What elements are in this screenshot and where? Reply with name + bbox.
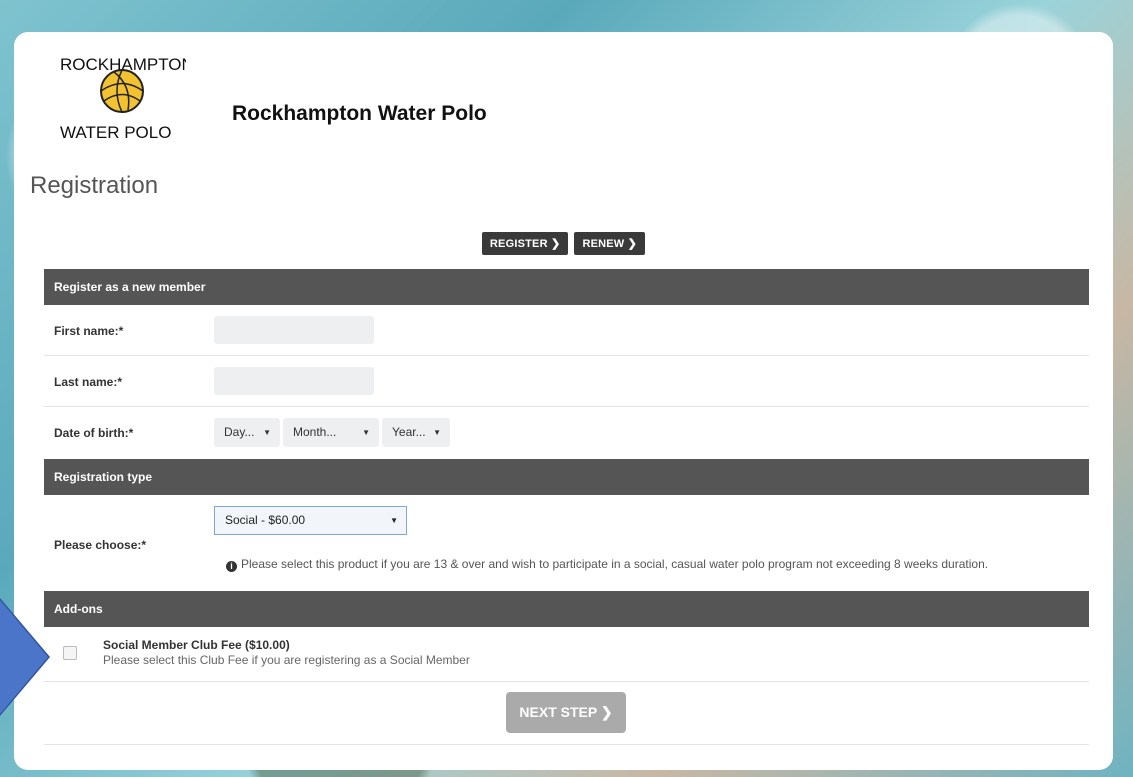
addons-section: Add-ons Social Member Club Fee ($10.00) … xyxy=(44,591,1089,745)
registration-type-section: Registration type Please choose:* Social… xyxy=(44,459,1089,592)
info-icon: i xyxy=(226,561,237,572)
annotation-arrow-icon xyxy=(0,600,48,714)
registration-card: ROCKHAMPTON WATER POLO Rockhampton Water… xyxy=(14,32,1113,770)
first-name-label: First name:* xyxy=(54,324,124,338)
dob-day-select[interactable]: Day... ▼ xyxy=(214,418,280,447)
caret-down-icon: ▼ xyxy=(362,428,370,437)
last-name-input[interactable] xyxy=(214,367,374,395)
registration-type-row: Please choose:* Social - $60.00 ▼ i Please… xyxy=(44,495,1089,592)
next-step-label: NEXT STEP xyxy=(519,704,597,720)
dob-year-select[interactable]: Year... ▼ xyxy=(382,418,450,447)
chevron-right-icon: ❯ xyxy=(627,238,638,250)
register-renew-buttons: REGISTER ❯ RENEW ❯ xyxy=(14,232,1113,255)
renew-button[interactable]: RENEW ❯ xyxy=(574,232,646,255)
dob-label: Date of birth:* xyxy=(54,426,134,440)
dob-day-value: Day... xyxy=(224,425,255,439)
dob-year-value: Year... xyxy=(392,425,426,439)
registration-info-text: Please select this product if you are 13… xyxy=(241,557,989,571)
chevron-right-icon: ❯ xyxy=(551,238,561,250)
registration-type-value: Social - $60.00 xyxy=(225,513,306,527)
logo-bottom-text: WATER POLO xyxy=(60,123,171,142)
registration-info: i Please select this product if you are 1… xyxy=(226,557,988,572)
addon-item: Social Member Club Fee ($10.00) Please s… xyxy=(44,627,1089,682)
first-name-row: First name:* xyxy=(44,305,1089,356)
club-logo: ROCKHAMPTON WATER POLO xyxy=(60,55,186,142)
next-step-button[interactable]: NEXT STEP ❯ xyxy=(506,692,626,733)
dob-month-value: Month... xyxy=(293,425,337,439)
next-step-row: NEXT STEP ❯ xyxy=(44,682,1089,745)
register-button-label: REGISTER xyxy=(489,238,548,250)
addon-checkbox[interactable] xyxy=(63,646,77,660)
choose-label: Please choose:* xyxy=(54,538,147,552)
caret-down-icon: ▼ xyxy=(433,428,441,437)
section-heading: Register as a new member xyxy=(44,269,1089,305)
section-heading: Add-ons xyxy=(44,591,1089,627)
org-name: Rockhampton Water Polo xyxy=(232,102,487,125)
new-member-section: Register as a new member First name:* La… xyxy=(44,269,1089,457)
register-button[interactable]: REGISTER ❯ xyxy=(481,232,569,255)
renew-button-label: RENEW xyxy=(582,238,625,250)
registration-type-select[interactable]: Social - $60.00 ▼ xyxy=(214,506,407,535)
caret-down-icon: ▼ xyxy=(390,516,398,525)
dob-row: Date of birth:* Day... ▼ Month... ▼ Year..… xyxy=(44,407,1089,457)
dob-month-select[interactable]: Month... ▼ xyxy=(283,418,379,447)
last-name-label: Last name:* xyxy=(54,375,123,389)
chevron-right-icon: ❯ xyxy=(600,704,613,720)
header: ROCKHAMPTON WATER POLO Rockhampton Water… xyxy=(42,32,1085,167)
caret-down-icon: ▼ xyxy=(263,428,271,437)
first-name-input[interactable] xyxy=(214,316,374,344)
last-name-row: Last name:* xyxy=(44,356,1089,407)
addon-title: Social Member Club Fee ($10.00) xyxy=(103,638,290,652)
section-heading: Registration type xyxy=(44,459,1089,495)
page-title: Registration xyxy=(30,172,159,199)
addon-description: Please select this Club Fee if you are r… xyxy=(103,653,470,667)
